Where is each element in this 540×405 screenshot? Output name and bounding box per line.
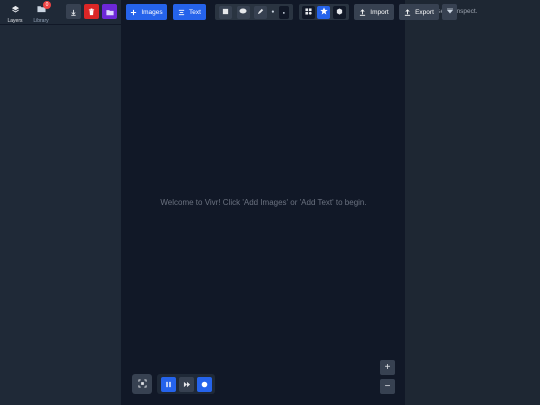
upload-icon: [359, 8, 366, 16]
panel-tabs: Layers 0 Library: [4, 1, 52, 25]
folder-icon: [105, 3, 114, 21]
export-icon: [404, 8, 411, 16]
layers-icon: [10, 4, 20, 14]
ellipse-icon: [239, 8, 247, 16]
delete-layer-button[interactable]: [84, 4, 99, 19]
export-label: Export: [415, 8, 434, 16]
export-button[interactable]: Export: [399, 4, 439, 20]
group-folder-button[interactable]: [102, 4, 117, 19]
playback-controls: [157, 374, 215, 394]
library-count-badge: 0: [43, 1, 51, 9]
pause-button[interactable]: [161, 375, 176, 393]
layer-tools: [66, 4, 117, 19]
text-align-icon: [178, 9, 185, 16]
trash-icon: [88, 3, 95, 21]
pause-icon: [165, 375, 172, 393]
focus-icon: [137, 375, 147, 393]
import-label: Import: [370, 8, 389, 16]
add-text-button[interactable]: Text: [173, 4, 206, 20]
star-icon: [320, 7, 328, 17]
stroke-size-medium[interactable]: ●: [278, 5, 289, 19]
left-panel: Layers 0 Library: [0, 0, 122, 405]
tab-layers[interactable]: Layers: [4, 2, 26, 25]
main-toolbar: Images Text ● ● Import Export: [126, 3, 457, 21]
rectangle-tool[interactable]: [219, 5, 233, 19]
ellipse-tool[interactable]: [236, 5, 250, 19]
square-icon: [222, 8, 229, 17]
pen-tool[interactable]: [253, 5, 267, 19]
fast-forward-button[interactable]: [179, 375, 194, 393]
more-options-button[interactable]: [442, 4, 457, 20]
welcome-message: Welcome to Vivr! Click 'Add Images' or '…: [160, 198, 367, 207]
record-icon: [201, 375, 208, 393]
fast-forward-icon: [183, 375, 191, 393]
plus-icon: [130, 9, 137, 16]
zoom-out-button[interactable]: −: [380, 379, 395, 394]
filter-button[interactable]: [332, 5, 346, 19]
tabs-divider: [0, 24, 122, 25]
fit-to-screen-button[interactable]: [132, 374, 152, 394]
apps-button[interactable]: [302, 5, 316, 19]
shape-tools: ● ●: [215, 4, 293, 20]
zoom-in-button[interactable]: +: [380, 360, 395, 375]
favorite-button[interactable]: [317, 5, 331, 19]
move-layer-button[interactable]: [66, 4, 81, 19]
chevron-down-icon: [446, 8, 454, 17]
pencil-icon: [257, 8, 264, 17]
grid-icon: [305, 7, 312, 17]
add-images-button[interactable]: Images: [126, 4, 167, 20]
record-button[interactable]: [197, 375, 212, 393]
tab-library[interactable]: 0 Library: [30, 1, 52, 24]
dot-icon: ●: [282, 9, 285, 15]
add-images-label: Images: [141, 8, 163, 16]
add-text-label: Text: [189, 8, 201, 16]
hexagon-icon: [336, 7, 343, 17]
import-button[interactable]: Import: [354, 4, 394, 20]
arrow-down-icon: [70, 3, 77, 21]
stroke-size-small[interactable]: ●: [271, 9, 274, 15]
effect-tools: [299, 4, 349, 20]
inspector-panel: [405, 0, 540, 405]
